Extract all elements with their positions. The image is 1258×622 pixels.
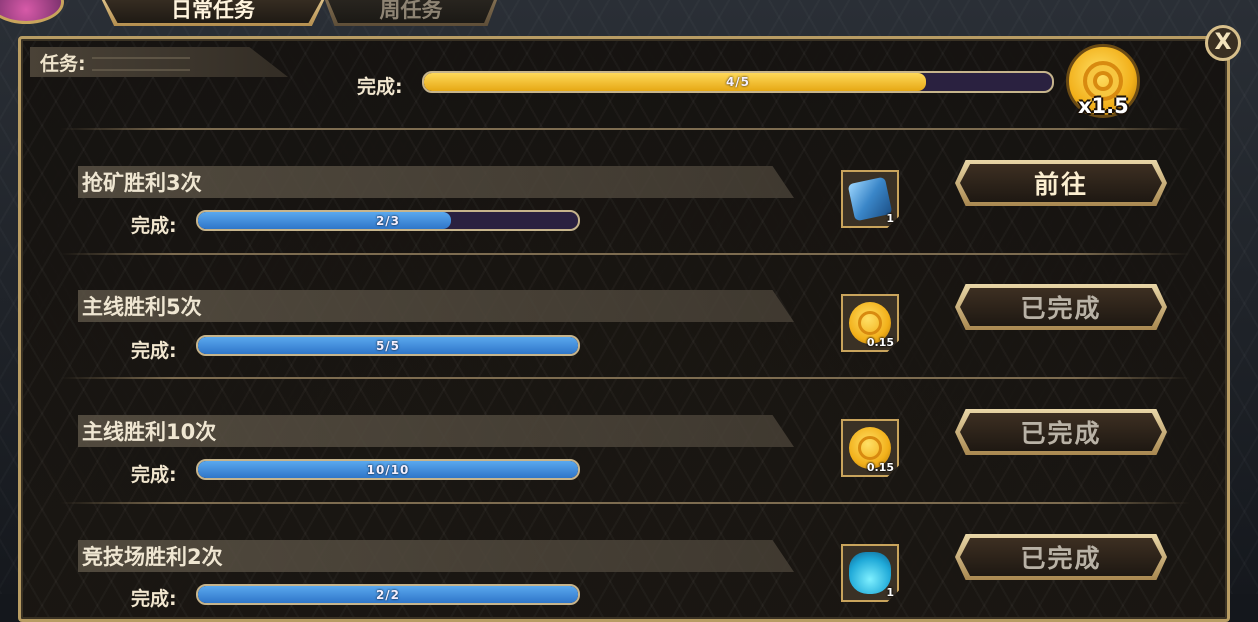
go-button[interactable]: 前往: [955, 160, 1167, 206]
header-decoration: [92, 57, 190, 71]
task-header-label: 任务:: [40, 53, 86, 75]
task-progress-text: 2/3: [375, 213, 401, 228]
reward-slot[interactable]: 0.15: [841, 294, 899, 352]
close-button[interactable]: X: [1205, 25, 1241, 61]
task-done-label: 完成:: [131, 588, 177, 610]
task-progress-text: 2/2: [375, 587, 401, 602]
reward-slot[interactable]: 1: [841, 544, 899, 602]
divider: [60, 128, 1190, 130]
completed-button-label: 已完成: [1020, 294, 1102, 323]
reward-quantity: 0.15: [866, 336, 894, 349]
task-title: 主线胜利5次: [82, 295, 202, 319]
task-title: 抢矿胜利3次: [82, 171, 202, 195]
tab-weekly-tasks[interactable]: 周任务: [322, 0, 500, 26]
close-icon: X: [1214, 30, 1232, 55]
task-progress-text: 10/10: [366, 462, 410, 477]
task-done-label: 完成:: [131, 215, 177, 237]
tab-daily-label: 日常任务: [171, 0, 255, 22]
task-done-label: 完成:: [131, 464, 177, 486]
completed-button[interactable]: 已完成: [955, 409, 1167, 455]
divider: [60, 377, 1190, 379]
task-title: 主线胜利10次: [82, 420, 217, 444]
exp-potion-icon: [849, 552, 891, 594]
overall-done-label: 完成:: [357, 76, 403, 98]
tab-daily-tasks[interactable]: 日常任务: [98, 0, 328, 26]
completed-button-label: 已完成: [1020, 419, 1102, 448]
task-progress-bar: 2/3: [196, 210, 580, 231]
tab-weekly-label: 周任务: [379, 0, 443, 22]
task-progress-bar: 10/10: [196, 459, 580, 480]
completed-button-label: 已完成: [1020, 544, 1102, 573]
reward-slot[interactable]: 1: [841, 170, 899, 228]
divider: [60, 502, 1190, 504]
divider: [60, 253, 1190, 255]
reward-slot[interactable]: 0.15: [841, 419, 899, 477]
task-progress-bar: 2/2: [196, 584, 580, 605]
reward-multiplier: x1.5: [1078, 94, 1129, 118]
completed-button[interactable]: 已完成: [955, 284, 1167, 330]
go-button-label: 前往: [1033, 170, 1088, 199]
overall-progress-bar: 4/5: [422, 71, 1054, 93]
task-progress-bar: 5/5: [196, 335, 580, 356]
overall-progress-text: 4/5: [725, 75, 751, 89]
task-progress-text: 5/5: [375, 338, 401, 353]
completed-button[interactable]: 已完成: [955, 534, 1167, 580]
task-title: 竞技场胜利2次: [82, 545, 223, 569]
reward-quantity: 0.15: [866, 461, 894, 474]
task-done-label: 完成:: [131, 340, 177, 362]
